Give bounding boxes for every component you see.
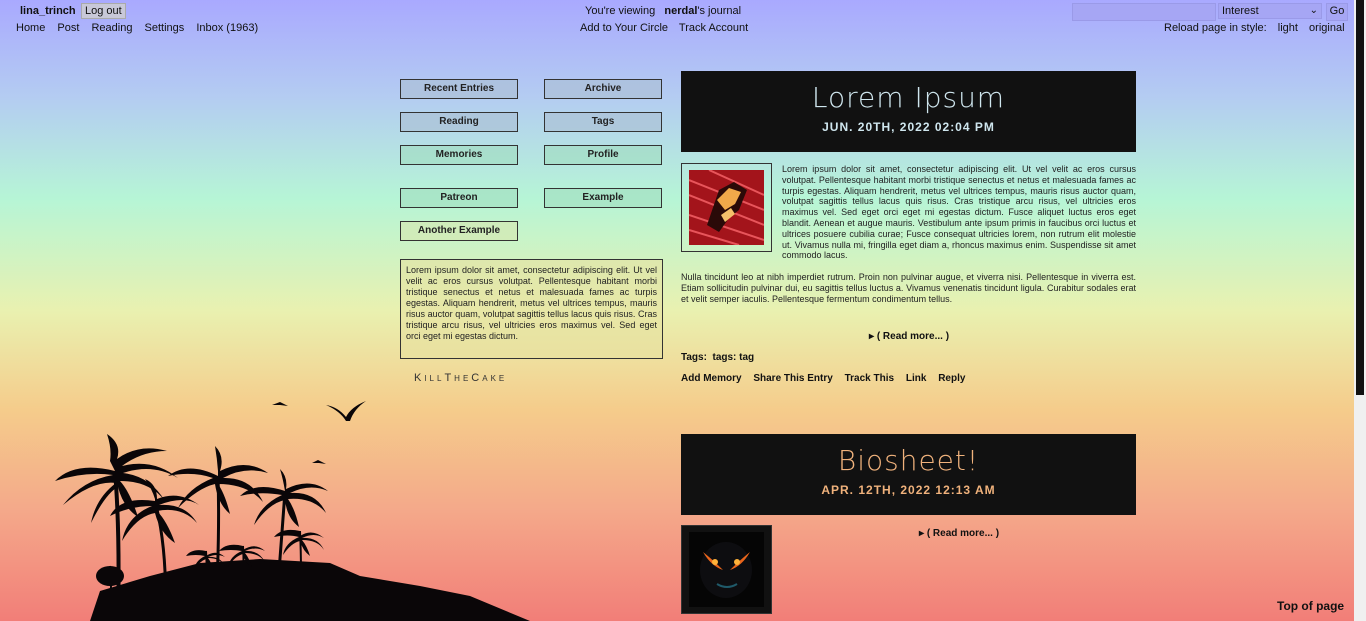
journal-actions: Add to Your Circle Track Account — [580, 22, 756, 34]
viewing-prefix: You're viewing — [585, 5, 656, 17]
search-go-button[interactable]: Go — [1326, 3, 1348, 21]
track-this-link[interactable]: Track This — [845, 373, 894, 384]
read-more-label: ( Read more... ) — [876, 331, 950, 342]
entry-body: Lorem ipsum dolor sit amet, consectetur … — [681, 164, 1136, 305]
chevron-down-icon: ⌄ — [1309, 5, 1318, 16]
tag-link[interactable]: tags: tag — [713, 352, 755, 363]
read-more-link[interactable]: ▸ ( Read more... ) — [869, 331, 949, 342]
island-silhouette-illustration — [55, 401, 530, 621]
triangle-right-icon: ▸ — [919, 528, 925, 539]
layout-credit: KillTheCake — [414, 372, 508, 384]
style-label: Reload page in style: — [1164, 22, 1267, 34]
account-nav: Home Post Reading Settings Inbox (1963) — [16, 22, 267, 34]
entry-title[interactable]: Lorem Ipsum — [681, 71, 1136, 114]
entry-header: Biosheet! APR. 12TH, 2022 12:13 AM — [681, 434, 1136, 515]
example-button[interactable]: Example — [544, 188, 662, 208]
add-to-circle-link[interactable]: Add to Your Circle — [580, 22, 668, 34]
entry-header: Lorem Ipsum JUN. 20TH, 2022 02:04 PM — [681, 71, 1136, 152]
archive-button[interactable]: Archive — [544, 79, 662, 99]
search-type-select[interactable]: Interest ⌄ — [1218, 3, 1322, 19]
another-example-button[interactable]: Another Example — [400, 221, 518, 241]
entry-tags: Tags: tags: tag — [681, 352, 754, 363]
page-scrollbar[interactable] — [1354, 0, 1366, 621]
viewing-journal-text: You're viewing nerdal's journal — [585, 5, 741, 17]
read-more-label: ( Read more... ) — [926, 528, 1000, 539]
search-input[interactable] — [1072, 3, 1216, 21]
entry-paragraph: Nulla tincidunt leo at nibh imperdiet ru… — [681, 272, 1136, 304]
entry-link[interactable]: Link — [906, 373, 927, 384]
nav-reading-link[interactable]: Reading — [91, 22, 132, 34]
reading-button[interactable]: Reading — [400, 112, 518, 132]
nav-inbox-link[interactable]: Inbox (1963) — [196, 22, 258, 34]
userpic — [681, 525, 772, 614]
top-navigation-bar: lina_trinch Log out Home Post Reading Se… — [0, 0, 1354, 40]
username-link[interactable]: lina_trinch — [20, 5, 76, 17]
entry-date: JUN. 20TH, 2022 02:04 PM — [822, 120, 995, 134]
entry-paragraph: Lorem ipsum dolor sit amet, consectetur … — [782, 164, 1136, 261]
search-type-value: Interest — [1222, 5, 1259, 17]
tags-label: Tags: — [681, 352, 707, 363]
triangle-right-icon: ▸ — [869, 331, 875, 342]
add-memory-link[interactable]: Add Memory — [681, 373, 742, 384]
profile-button[interactable]: Profile — [544, 145, 662, 165]
share-entry-link[interactable]: Share This Entry — [753, 373, 832, 384]
tags-button[interactable]: Tags — [544, 112, 662, 132]
style-switcher: Reload page in style: light original — [1164, 22, 1353, 34]
journal-owner-link[interactable]: nerdal — [664, 5, 697, 17]
entry-date: APR. 12TH, 2022 12:13 AM — [821, 483, 996, 497]
sidebar-text-box: Lorem ipsum dolor sit amet, consectetur … — [400, 259, 663, 359]
logout-button[interactable]: Log out — [81, 3, 126, 19]
nav-home-link[interactable]: Home — [16, 22, 45, 34]
recent-entries-button[interactable]: Recent Entries — [400, 79, 518, 99]
reply-link[interactable]: Reply — [938, 373, 965, 384]
entry-title[interactable]: Biosheet! — [681, 434, 1136, 477]
track-account-link[interactable]: Track Account — [679, 22, 748, 34]
memories-button[interactable]: Memories — [400, 145, 518, 165]
style-original-link[interactable]: original — [1309, 22, 1344, 34]
nav-post-link[interactable]: Post — [57, 22, 79, 34]
nav-settings-link[interactable]: Settings — [145, 22, 185, 34]
top-of-page-link[interactable]: Top of page — [1277, 599, 1344, 613]
scrollbar-thumb[interactable] — [1356, 0, 1364, 395]
viewing-suffix: 's journal — [697, 5, 742, 17]
read-more-link[interactable]: ▸ ( Read more... ) — [919, 528, 999, 539]
entry-actions: Add Memory Share This Entry Track This L… — [681, 373, 974, 384]
style-light-link[interactable]: light — [1278, 22, 1298, 34]
userpic-image — [689, 532, 764, 607]
patreon-button[interactable]: Patreon — [400, 188, 518, 208]
